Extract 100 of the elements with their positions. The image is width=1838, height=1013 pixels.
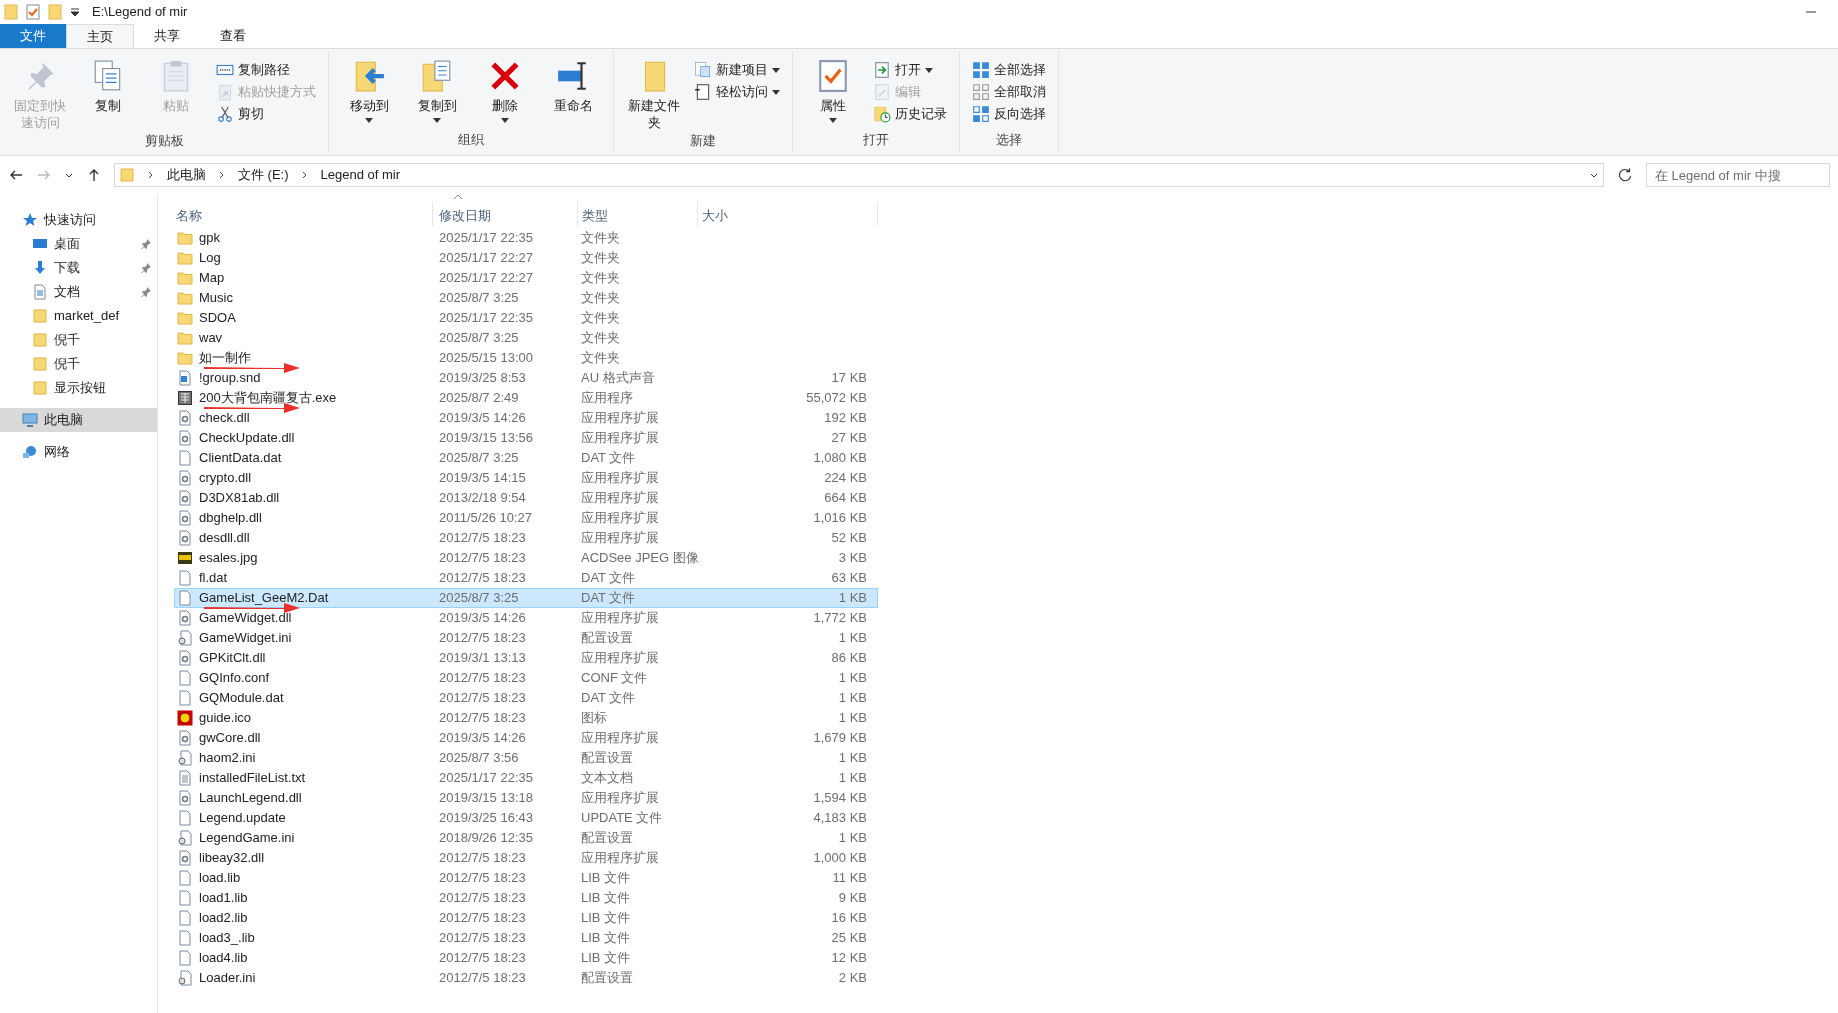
file-row[interactable]: load2.lib 2012/7/5 18:23 LIB 文件 16 KB — [174, 908, 878, 928]
file-row[interactable]: D3DX81ab.dll 2013/2/18 9:54 应用程序扩展 664 KB — [174, 488, 878, 508]
modified-date: 2025/1/17 22:35 — [438, 229, 534, 248]
file-row[interactable]: haom2.ini 2025/8/7 3:56 配置设置 1 KB — [174, 748, 878, 768]
ribbon-small-button[interactable]: 新建项目 — [690, 59, 784, 81]
breadcrumb[interactable]: 文件 (E:) — [238, 165, 289, 185]
file-row[interactable]: GQModule.dat 2012/7/5 18:23 DAT 文件 1 KB — [174, 688, 878, 708]
file-icon — [177, 450, 193, 466]
checklist-icon[interactable] — [26, 4, 40, 20]
file-name: 200大背包南疆复古.exe — [199, 389, 337, 408]
nav-item[interactable]: 桌面 — [0, 232, 157, 256]
nav-item[interactable]: 此电脑 — [0, 408, 157, 432]
ribbon-small-button[interactable]: 复制路径 — [212, 59, 320, 81]
file-row[interactable]: Legend.update 2019/3/25 16:43 UPDATE 文件 4,183 KB — [174, 808, 878, 828]
file-row[interactable]: load3_.lib 2012/7/5 18:23 LIB 文件 25 KB — [174, 928, 878, 948]
ribbon-small-button[interactable]: 历史记录 — [869, 103, 951, 125]
file-row[interactable]: CheckUpdate.dll 2019/3/15 13:56 应用程序扩展 27 KB — [174, 428, 878, 448]
file-name: fl.dat — [199, 569, 228, 588]
ribbon-tab[interactable]: 共享 — [134, 24, 200, 48]
dropdown-icon[interactable] — [70, 7, 80, 17]
ribbon-large-button[interactable]: 复制 — [76, 55, 140, 114]
file-row[interactable]: GPKitClt.dll 2019/3/1 13:13 应用程序扩展 86 KB — [174, 648, 878, 668]
address-bar[interactable]: 此电脑 文件 (E:) Legend of mir — [114, 163, 1604, 187]
file-row[interactable]: crypto.dll 2019/3/5 14:15 应用程序扩展 224 KB — [174, 468, 878, 488]
file-row[interactable]: LaunchLegend.dll 2019/3/15 13:18 应用程序扩展 1,594 KB — [174, 788, 878, 808]
file-type: 文件夹 — [580, 309, 621, 328]
file-row[interactable]: check.dll 2019/3/5 14:26 应用程序扩展 192 KB — [174, 408, 878, 428]
file-row[interactable]: esales.jpg 2012/7/5 18:23 ACDSee JPEG 图像 3 KB — [174, 548, 878, 568]
file-row[interactable]: load4.lib 2012/7/5 18:23 LIB 文件 12 KB — [174, 948, 878, 968]
refresh-icon[interactable] — [1616, 166, 1634, 184]
file-row[interactable]: Map 2025/1/17 22:27 文件夹 — [174, 268, 878, 288]
nav-item[interactable]: 显示按钮 — [0, 376, 157, 400]
ribbon-large-button[interactable]: 属性 — [801, 55, 865, 123]
file-row[interactable]: Log 2025/1/17 22:27 文件夹 — [174, 248, 878, 268]
file-size: 1 KB — [837, 709, 868, 728]
nav-item[interactable]: 下载 — [0, 256, 157, 280]
ribbon-large-button[interactable]: 新建文件夹 — [622, 55, 686, 131]
nav-item[interactable]: market_def — [0, 304, 157, 328]
ribbon-small-button[interactable]: 反向选择 — [968, 103, 1050, 125]
file-row[interactable]: Music 2025/8/7 3:25 文件夹 — [174, 288, 878, 308]
file-row[interactable]: GameWidget.ini 2012/7/5 18:23 配置设置 1 KB — [174, 628, 878, 648]
ribbon-large-button[interactable]: 删除 — [473, 55, 537, 123]
file-row[interactable]: LegendGame.ini 2018/9/26 12:35 配置设置 1 KB — [174, 828, 878, 848]
file-row[interactable]: guide.ico 2012/7/5 18:23 图标 1 KB — [174, 708, 878, 728]
nav-item[interactable]: 倪千 — [0, 352, 157, 376]
column-header[interactable]: 名称 — [174, 202, 433, 226]
column-header[interactable]: 修改日期 — [433, 202, 578, 226]
ribbon-small-button[interactable]: 全部选择 — [968, 59, 1050, 81]
file-type: LIB 文件 — [580, 929, 632, 948]
modified-date: 2025/8/7 3:25 — [438, 449, 520, 468]
nav-item[interactable]: 网络 — [0, 440, 157, 464]
column-header[interactable]: 大小 — [698, 202, 878, 226]
nav-item[interactable]: 文档 — [0, 280, 157, 304]
file-tab[interactable]: 文件 — [0, 24, 66, 48]
file-row[interactable]: libeay32.dll 2012/7/5 18:23 应用程序扩展 1,000 KB — [174, 848, 878, 868]
file-row[interactable]: fl.dat 2012/7/5 18:23 DAT 文件 63 KB — [174, 568, 878, 588]
file-type: DAT 文件 — [580, 589, 637, 608]
search-field[interactable]: 在 Legend of mir 中搜 — [1646, 163, 1830, 187]
file-name: esales.jpg — [199, 549, 258, 568]
file-row[interactable]: GameList_GeeM2.Dat 2025/8/7 3:25 DAT 文件 1 KB — [174, 588, 878, 608]
ribbon-tab[interactable]: 主页 — [66, 24, 134, 48]
file-row[interactable]: desdll.dll 2012/7/5 18:23 应用程序扩展 52 KB — [174, 528, 878, 548]
file-icon — [177, 890, 193, 906]
file-name: haom2.ini — [199, 749, 256, 768]
ribbon-small-button[interactable]: 轻松访问 — [690, 81, 784, 103]
ribbon-small-button[interactable]: 全部取消 — [968, 81, 1050, 103]
file-type: 应用程序扩展 — [580, 509, 660, 528]
column-header[interactable]: 类型 — [578, 202, 698, 226]
file-row[interactable]: load1.lib 2012/7/5 18:23 LIB 文件 9 KB — [174, 888, 878, 908]
modified-date: 2013/2/18 9:54 — [438, 489, 527, 508]
modified-date: 2025/1/17 22:35 — [438, 309, 534, 328]
nav-item[interactable]: 快速访问 — [0, 208, 157, 232]
file-size: 12 KB — [830, 949, 868, 968]
file-row[interactable]: 如一制作 2025/5/15 13:00 文件夹 — [174, 348, 878, 368]
ribbon-large-button[interactable]: 重命名 — [541, 55, 605, 114]
breadcrumb[interactable]: Legend of mir — [320, 165, 401, 185]
breadcrumb[interactable]: 此电脑 — [167, 165, 206, 185]
ribbon-tab[interactable]: 查看 — [200, 24, 266, 48]
file-row[interactable]: GameWidget.dll 2019/3/5 14:26 应用程序扩展 1,772 KB — [174, 608, 878, 628]
modified-date: 2025/8/7 3:56 — [438, 749, 520, 768]
file-row[interactable]: load.lib 2012/7/5 18:23 LIB 文件 11 KB — [174, 868, 878, 888]
file-row[interactable]: gpk 2025/1/17 22:35 文件夹 — [174, 228, 878, 248]
file-name: libeay32.dll — [199, 849, 265, 868]
file-row[interactable]: SDOA 2025/1/17 22:35 文件夹 — [174, 308, 878, 328]
file-row[interactable]: 200大背包南疆复古.exe 2025/8/7 2:49 应用程序 55,072 KB — [174, 388, 878, 408]
file-row[interactable]: dbghelp.dll 2011/5/26 10:27 应用程序扩展 1,016 KB — [174, 508, 878, 528]
modified-date: 2018/9/26 12:35 — [438, 829, 534, 848]
file-type: AU 格式声音 — [580, 369, 656, 388]
nav-item[interactable]: 倪千 — [0, 328, 157, 352]
file-row[interactable]: wav 2025/8/7 3:25 文件夹 — [174, 328, 878, 348]
ribbon-small-button[interactable]: 打开 — [869, 59, 951, 81]
file-row[interactable]: Loader.ini 2012/7/5 18:23 配置设置 2 KB — [174, 968, 878, 988]
file-row[interactable]: installedFileList.txt 2025/1/17 22:35 文本文档 1 KB — [174, 768, 878, 788]
ribbon-small-button[interactable]: 剪切 — [212, 103, 320, 125]
file-row[interactable]: ClientData.dat 2025/8/7 3:25 DAT 文件 1,080 KB — [174, 448, 878, 468]
file-row[interactable]: gwCore.dll 2019/3/5 14:26 应用程序扩展 1,679 KB — [174, 728, 878, 748]
file-row[interactable]: GQInfo.conf 2012/7/5 18:23 CONF 文件 1 KB — [174, 668, 878, 688]
ribbon-large-button[interactable]: 复制到 — [405, 55, 469, 123]
ribbon-large-button[interactable]: 移动到 — [337, 55, 401, 123]
file-row[interactable]: !group.snd 2019/3/25 8:53 AU 格式声音 17 KB — [174, 368, 878, 388]
